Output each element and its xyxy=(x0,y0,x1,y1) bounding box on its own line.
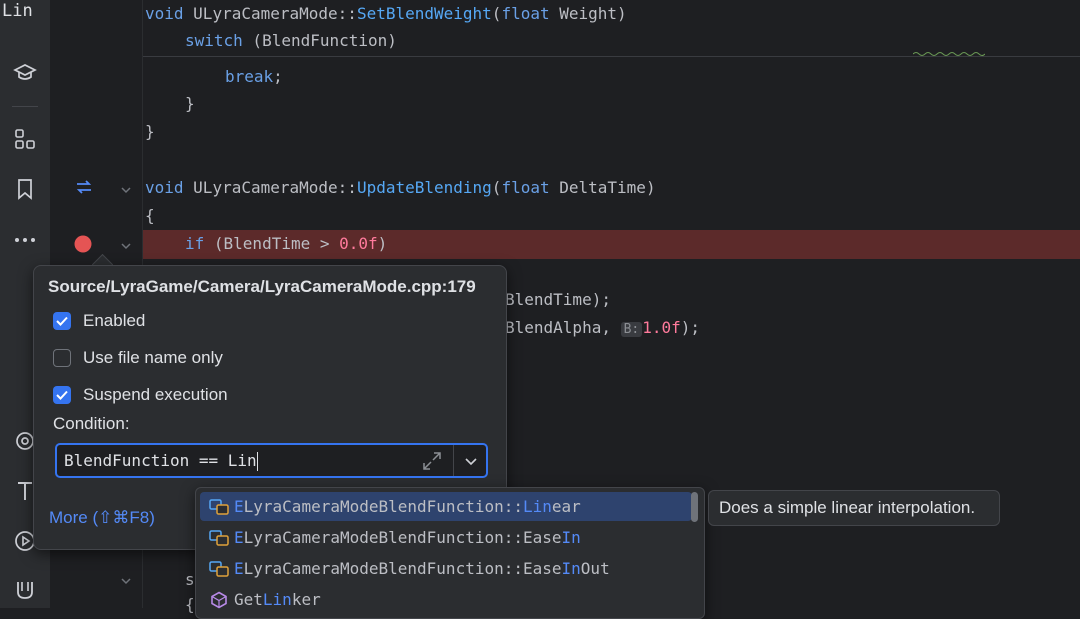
enabled-label: Enabled xyxy=(83,311,146,330)
breakpoint-icon[interactable] xyxy=(74,235,92,258)
file-name-only-label: Use file name only xyxy=(83,348,223,367)
fold-chevron-icon[interactable] xyxy=(120,238,132,256)
condition-input[interactable]: BlendFunction == Lin xyxy=(64,451,258,471)
suspend-execution-checkbox[interactable]: Suspend execution xyxy=(53,384,228,406)
chevron-down-icon[interactable] xyxy=(460,451,482,471)
fold-chevron-icon[interactable] xyxy=(120,182,132,200)
code-line: s xyxy=(185,570,195,589)
condition-label: Condition: xyxy=(53,414,130,433)
completion-documentation-tooltip: Does a simple linear interpolation. xyxy=(708,490,1000,526)
checkbox-unchecked-icon xyxy=(53,349,71,367)
suspend-execution-label: Suspend execution xyxy=(83,385,228,404)
unreal-icon[interactable] xyxy=(12,577,38,603)
more-link[interactable]: More (⇧⌘F8) xyxy=(49,508,155,528)
enum-member-icon xyxy=(208,496,230,518)
override-marker-icon[interactable] xyxy=(75,179,93,200)
enum-member-icon xyxy=(208,558,230,580)
breakpoint-location: Source/LyraGame/Camera/LyraCameraMode.cp… xyxy=(48,277,476,296)
completion-item[interactable]: ELyraCameraModeBlendFunction::EaseInOut xyxy=(200,554,692,583)
text-caret xyxy=(256,452,258,471)
completion-item[interactable]: ELyraCameraModeBlendFunction::EaseIn xyxy=(200,523,692,552)
enabled-checkbox[interactable]: Enabled xyxy=(53,310,145,332)
code-line: BlendAlpha, B: 1.0f); xyxy=(505,318,701,337)
more-tools-icon[interactable] xyxy=(12,227,38,253)
code-line: { xyxy=(145,206,155,225)
structure-icon[interactable] xyxy=(12,126,38,152)
method-icon xyxy=(208,589,230,611)
expand-icon[interactable] xyxy=(421,450,443,472)
file-name-only-checkbox[interactable]: Use file name only xyxy=(53,347,223,369)
speed-search-text: Lin xyxy=(2,1,33,21)
code-line: { xyxy=(185,595,195,614)
condition-field[interactable]: BlendFunction == Lin xyxy=(55,443,488,478)
field-divider xyxy=(453,445,454,476)
code-line: if (BlendTime > 0.0f) xyxy=(185,234,388,253)
fold-chevron-icon[interactable] xyxy=(120,573,132,591)
code-line: BlendTime); xyxy=(505,290,611,309)
code-line: } xyxy=(145,122,155,141)
sticky-line: void ULyraCameraMode::SetBlendWeight(flo… xyxy=(145,4,627,23)
strip-separator xyxy=(12,106,38,107)
enum-member-icon xyxy=(208,527,230,549)
warning-squiggle xyxy=(913,52,985,56)
completion-item[interactable]: GetLinker xyxy=(200,585,692,614)
checkbox-checked-icon xyxy=(53,312,71,330)
sticky-header: void ULyraCameraMode::SetBlendWeight(flo… xyxy=(143,0,1080,57)
completion-item[interactable]: ELyraCameraModeBlendFunction::Linear xyxy=(200,492,692,521)
code-line: } xyxy=(185,94,195,113)
sticky-line: switch (BlendFunction) xyxy=(185,31,397,50)
code-completion-list[interactable]: ELyraCameraModeBlendFunction::Linear ELy… xyxy=(195,487,705,619)
checkbox-checked-icon xyxy=(53,386,71,404)
inlay-hint: B: xyxy=(620,322,643,337)
bookmarks-icon[interactable] xyxy=(12,176,38,202)
completion-scrollbar[interactable] xyxy=(691,492,698,522)
code-line: void ULyraCameraMode::UpdateBlending(flo… xyxy=(145,178,656,197)
code-line: break; xyxy=(225,67,283,86)
learn-icon[interactable] xyxy=(12,60,38,86)
